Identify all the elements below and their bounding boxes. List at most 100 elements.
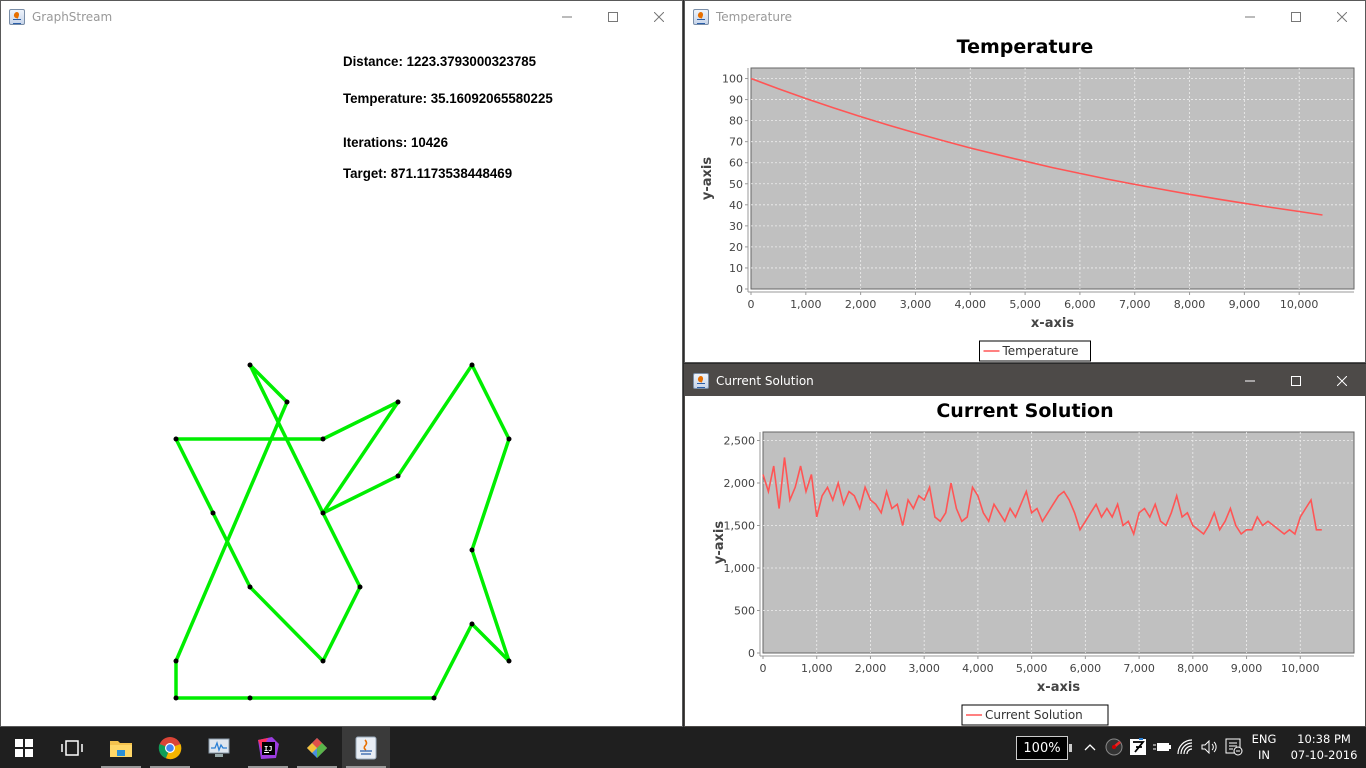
graph-node[interactable] (247, 695, 253, 701)
minimize-button[interactable] (1227, 365, 1273, 396)
graph-node[interactable] (395, 473, 401, 479)
graph-node[interactable] (320, 436, 326, 442)
current-solution-chart: Current Solution 0 1,000 2,000 3,000 4,000 5,0… (712, 400, 1355, 726)
svg-text:IJ: IJ (264, 745, 272, 753)
graph-node[interactable] (431, 695, 437, 701)
graph-node[interactable] (173, 436, 179, 442)
minimize-button[interactable] (1227, 1, 1273, 32)
maximize-icon (1291, 375, 1301, 386)
window-title: Temperature (716, 9, 793, 24)
y-tick-label: 2,000 (724, 477, 756, 490)
graph-node[interactable] (247, 362, 253, 368)
graph-canvas[interactable] (1, 1, 683, 727)
maximize-button[interactable] (1273, 365, 1319, 396)
graphstream-window: GraphStream Distance: 1223.3793000323785… (0, 0, 683, 727)
volume-button[interactable] (1200, 737, 1220, 757)
close-button[interactable] (1319, 1, 1365, 32)
graph-node[interactable] (469, 362, 475, 368)
chevron-up-icon (1084, 744, 1096, 751)
region-code: IN (1258, 748, 1270, 762)
window-title: Current Solution (716, 373, 814, 388)
clock-time: 10:38 PM (1297, 732, 1351, 746)
resource-monitor-button[interactable] (195, 727, 243, 768)
chrome-button[interactable] (146, 727, 194, 768)
temperature-chart: Temperature 0 1,000 2,000 3,000 4,000 5,000 6,0… (700, 36, 1355, 362)
battery-percent-badge[interactable]: 100% (1016, 736, 1072, 760)
graph-edge (432, 623, 474, 699)
x-tick-label: 2,000 (855, 662, 887, 675)
temperature-titlebar[interactable]: Temperature (685, 1, 1365, 32)
plot-area (762, 431, 1355, 654)
x-tick-label: 10,000 (1280, 298, 1319, 311)
x-tick-label: 2,000 (845, 298, 877, 311)
x-tick-label: 10,000 (1281, 662, 1320, 675)
taskbar: IJ 100% ENG IN 10:38 PM 07-10-2016 (0, 727, 1366, 768)
graph-node[interactable] (469, 621, 475, 627)
x-axis-label: x-axis (1037, 680, 1080, 695)
clock[interactable]: 10:38 PM 07-10-2016 (1290, 731, 1358, 763)
x-tick-label: 3,000 (900, 298, 932, 311)
x-tick-label: 4,000 (962, 662, 994, 675)
power-status-icon[interactable] (1152, 737, 1172, 757)
legend: Temperature (979, 340, 1091, 362)
graph-node[interactable] (395, 399, 401, 405)
y-tick-label: 20 (729, 241, 743, 254)
git-button[interactable] (293, 727, 341, 768)
close-button[interactable] (1319, 365, 1365, 396)
y-tick-label: 0 (736, 283, 743, 296)
x-tick-label: 0 (760, 662, 767, 675)
folder-icon (110, 740, 132, 757)
chart-title: Temperature (957, 36, 1094, 58)
start-button[interactable] (0, 727, 48, 768)
y-tick-label: 1,500 (724, 520, 756, 533)
x-tick-label: 8,000 (1174, 298, 1206, 311)
legend: Current Solution (961, 704, 1109, 726)
chrome-icon (158, 736, 182, 759)
graph-node[interactable] (357, 584, 363, 590)
network-icon-button[interactable] (1176, 737, 1196, 757)
language-indicator[interactable]: ENG IN (1250, 731, 1278, 763)
x-tick-label: 5,000 (1016, 662, 1048, 675)
flux-icon (1130, 738, 1146, 755)
x-tick-label: 6,000 (1064, 298, 1096, 311)
java-app-button[interactable] (342, 727, 390, 768)
x-tick-label: 0 (748, 298, 755, 311)
graph-node[interactable] (210, 510, 216, 516)
maximize-icon (1291, 11, 1301, 22)
action-center-button[interactable] (1224, 737, 1244, 757)
file-explorer-button[interactable] (97, 727, 145, 768)
java-app-icon (693, 372, 709, 389)
graph-node[interactable] (173, 658, 179, 664)
speaker-icon (1201, 740, 1217, 754)
chart-title: Current Solution (936, 400, 1113, 422)
temperature-window: Temperature Temperature 0 1,000 2,000 3,000 4… (684, 0, 1366, 363)
y-tick-label: 90 (729, 94, 743, 107)
clock-date: 07-10-2016 (1290, 748, 1358, 762)
tray-app-2[interactable] (1128, 737, 1148, 757)
graph-node[interactable] (247, 584, 253, 590)
y-tick-label: 30 (729, 220, 743, 233)
intellij-icon: IJ (258, 736, 279, 759)
graph-edge (211, 512, 252, 588)
task-view-button[interactable] (48, 727, 96, 768)
intellij-button[interactable]: IJ (244, 727, 292, 768)
tray-app-1[interactable] (1104, 737, 1124, 757)
graph-node[interactable] (469, 547, 475, 553)
show-hidden-icons-button[interactable] (1080, 737, 1100, 757)
language-code: ENG (1251, 732, 1277, 746)
graph-node[interactable] (173, 695, 179, 701)
graph-node[interactable] (320, 510, 326, 516)
y-tick-label: 50 (729, 178, 743, 191)
graph-node[interactable] (506, 436, 512, 442)
x-tick-label: 3,000 (908, 662, 940, 675)
y-tick-label: 500 (734, 605, 755, 618)
graph-node[interactable] (284, 399, 290, 405)
current-solution-titlebar[interactable]: Current Solution (685, 365, 1365, 396)
graph-node[interactable] (506, 658, 512, 664)
maximize-button[interactable] (1273, 1, 1319, 32)
y-tick-label: 2,500 (724, 435, 756, 448)
y-tick-label: 80 (729, 115, 743, 128)
close-icon (1337, 11, 1347, 22)
graph-node[interactable] (320, 658, 326, 664)
java-app-icon (693, 8, 709, 25)
